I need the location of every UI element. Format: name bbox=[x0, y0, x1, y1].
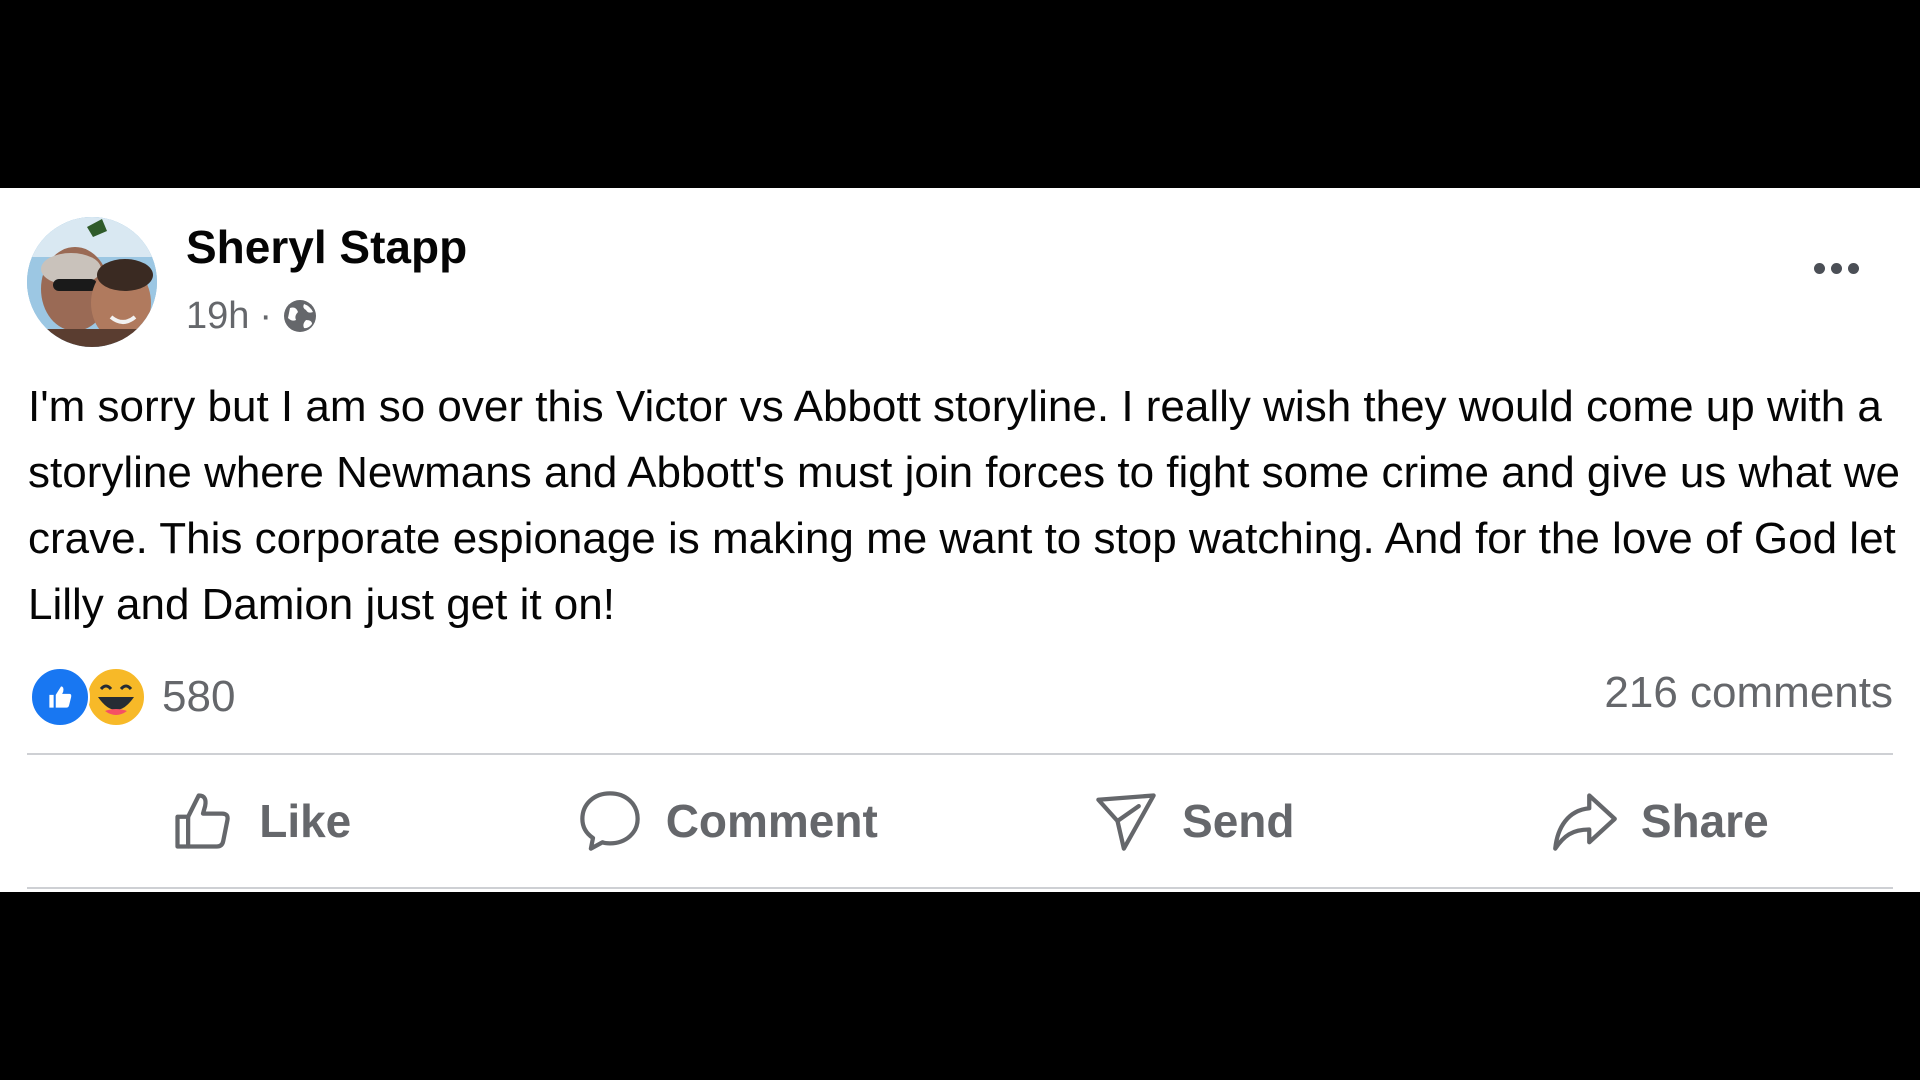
divider bbox=[27, 753, 1893, 755]
more-options-button[interactable] bbox=[1800, 246, 1872, 290]
like-button[interactable]: Like bbox=[27, 758, 494, 883]
author-avatar[interactable] bbox=[27, 217, 157, 347]
divider bbox=[27, 887, 1893, 889]
post-meta: 19h · bbox=[186, 294, 320, 338]
author-name[interactable]: Sheryl Stapp bbox=[186, 220, 467, 274]
haha-reaction-icon bbox=[86, 667, 146, 727]
send-button[interactable]: Send bbox=[960, 758, 1427, 883]
thumbs-up-icon bbox=[175, 792, 230, 849]
more-horizontal-icon bbox=[1813, 262, 1825, 274]
letterbox-bottom bbox=[0, 892, 1920, 1080]
send-icon bbox=[1096, 792, 1156, 851]
reaction-count: 580 bbox=[162, 672, 236, 721]
post-timestamp[interactable]: 19h bbox=[186, 295, 249, 338]
comment-button[interactable]: Comment bbox=[494, 758, 961, 883]
share-label: Share bbox=[1640, 794, 1769, 847]
post-card: Sheryl Stapp 19h · I'm sorry but I am so… bbox=[0, 188, 1920, 892]
post-body-text: I'm sorry but I am so over this Victor v… bbox=[28, 382, 1900, 629]
post-actions: Like Comment Send Share bbox=[27, 758, 1893, 883]
comment-label: Comment bbox=[665, 794, 878, 847]
meta-separator: · bbox=[259, 294, 273, 337]
globe-icon[interactable] bbox=[280, 296, 320, 336]
comment-bubble-icon bbox=[579, 790, 640, 851]
send-label: Send bbox=[1182, 794, 1295, 847]
share-arrow-icon bbox=[1552, 792, 1617, 851]
like-label: Like bbox=[259, 794, 352, 847]
reactions-summary[interactable]: 580 bbox=[30, 666, 235, 728]
comments-count-link[interactable]: 216 comments bbox=[1604, 668, 1893, 718]
letterbox-top bbox=[0, 0, 1920, 188]
avatar-photo bbox=[27, 217, 157, 347]
like-reaction-icon bbox=[30, 667, 90, 727]
share-button[interactable]: Share bbox=[1427, 758, 1894, 883]
